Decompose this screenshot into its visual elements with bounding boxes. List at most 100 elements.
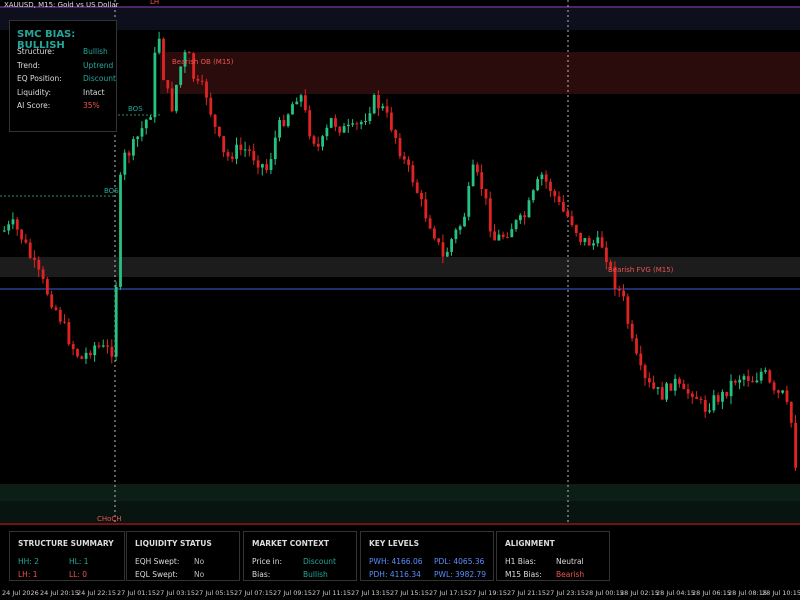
candle-body: [110, 346, 114, 357]
candle-body: [570, 216, 574, 226]
time-tick: 27 Jul 11:15: [312, 589, 351, 597]
candle-body: [325, 127, 329, 137]
bias-key: AI Score:: [17, 101, 51, 110]
discount-zone-1: [0, 484, 800, 501]
candle-body: [372, 95, 376, 114]
candle-body: [278, 120, 281, 138]
candle-body: [308, 110, 312, 137]
candle-body: [764, 370, 767, 372]
candle-body: [678, 378, 681, 384]
candle-body: [213, 114, 217, 127]
bias-value: Bullish: [83, 47, 108, 56]
card-title: LIQUIDITY STATUS: [135, 539, 212, 548]
candle-body: [166, 80, 170, 89]
candle-body: [187, 52, 191, 54]
time-tick: 28 Jul 06:15: [692, 589, 731, 597]
candle-body: [785, 390, 789, 402]
candle-body: [7, 224, 11, 231]
candle-body: [759, 371, 763, 381]
pwl-level: PWL: 3982.79: [434, 570, 487, 579]
candle-body: [592, 243, 595, 246]
candle-body: [299, 95, 303, 102]
candle-body: [390, 112, 393, 131]
candle-body: [630, 323, 634, 339]
candle-body: [695, 396, 699, 399]
eqh-value: No: [194, 557, 205, 566]
candle-body: [205, 81, 208, 98]
candle-body: [617, 288, 621, 291]
time-tick: 27 Jul 19:15: [468, 589, 507, 597]
candle-body: [218, 126, 221, 137]
pdl-level: PDL: 4065.36: [434, 557, 485, 566]
candle-body: [729, 380, 733, 397]
candle-body: [33, 257, 36, 260]
candle-body: [768, 370, 772, 383]
candle-body: [334, 118, 337, 127]
candle-body: [153, 52, 157, 118]
candle-body: [106, 345, 109, 347]
candle-body: [480, 172, 484, 189]
candle-body: [93, 345, 97, 356]
time-tick: 28 Jul 10:15: [762, 589, 800, 597]
candle-body: [738, 379, 742, 383]
candle-body: [454, 229, 458, 240]
candle-body: [97, 345, 101, 347]
time-tick: 27 Jul 03:15: [156, 589, 195, 597]
candle-body: [114, 286, 118, 357]
eql-label: EQL Swept:: [135, 570, 178, 579]
bias-value: Uptrend: [83, 61, 114, 70]
candle-body: [355, 123, 359, 125]
candle-body: [359, 121, 363, 125]
bias-key: Structure:: [17, 47, 55, 56]
eqh-label: EQH Swept:: [135, 557, 180, 566]
candle-body: [639, 353, 643, 366]
candle-body: [67, 322, 71, 345]
candle-body: [622, 290, 625, 297]
candle-body: [734, 380, 737, 383]
candle-body: [415, 182, 419, 193]
candle-body: [394, 130, 398, 139]
candle-body: [63, 321, 66, 323]
candle-body: [725, 391, 729, 397]
card-title: ALIGNMENT: [505, 539, 555, 548]
h1-bias-value: Neutral: [556, 557, 584, 566]
pwh-level: PWH: 4166.06: [369, 557, 423, 566]
candle-body: [605, 247, 608, 263]
h1-bias-label: H1 Bias:: [505, 557, 537, 566]
candle-body: [549, 181, 552, 192]
price-in-value: Discount: [303, 557, 336, 566]
candle-body: [226, 152, 230, 157]
candle-body: [544, 174, 548, 182]
candle-body: [179, 66, 183, 85]
candle-body: [351, 123, 355, 125]
candle-body: [24, 239, 28, 243]
candle-body: [751, 380, 754, 383]
candle-body: [527, 200, 531, 218]
time-tick: 28 Jul 00:15: [585, 589, 624, 597]
candle-body: [660, 387, 664, 400]
candle-body: [157, 38, 161, 53]
candle-body: [437, 238, 441, 243]
bias-value: Bullish: [303, 570, 328, 579]
candle-body: [583, 238, 587, 242]
candle-body: [196, 78, 200, 81]
candle-body: [579, 232, 582, 242]
candle-body: [28, 242, 32, 258]
candle-body: [170, 88, 174, 112]
candle-body: [497, 234, 501, 241]
candle-body: [243, 149, 247, 151]
candle-body: [467, 186, 471, 217]
candle-body: [162, 38, 165, 81]
candle-body: [123, 152, 127, 175]
candle-body: [175, 84, 178, 112]
candle-body: [656, 387, 660, 389]
candle-body: [691, 393, 694, 397]
time-tick: 24 Jul 2026: [2, 589, 39, 597]
candle-body: [282, 120, 286, 127]
candle-body: [703, 400, 707, 412]
candle-body: [428, 218, 432, 229]
price-chart[interactable]: [0, 0, 800, 600]
upper-zone: [0, 8, 800, 30]
candle-body: [789, 401, 793, 423]
candle-body: [144, 119, 148, 129]
